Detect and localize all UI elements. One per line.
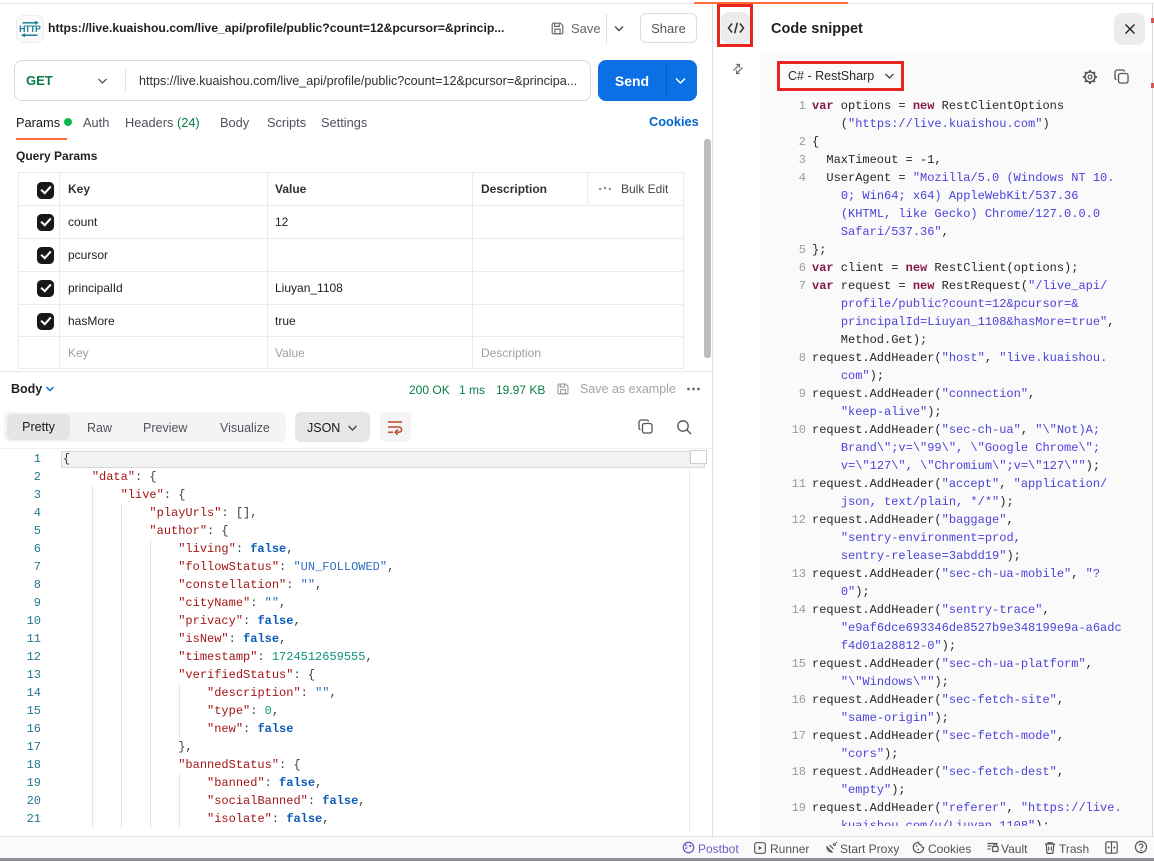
svg-text:HTTP: HTTP xyxy=(19,24,41,34)
